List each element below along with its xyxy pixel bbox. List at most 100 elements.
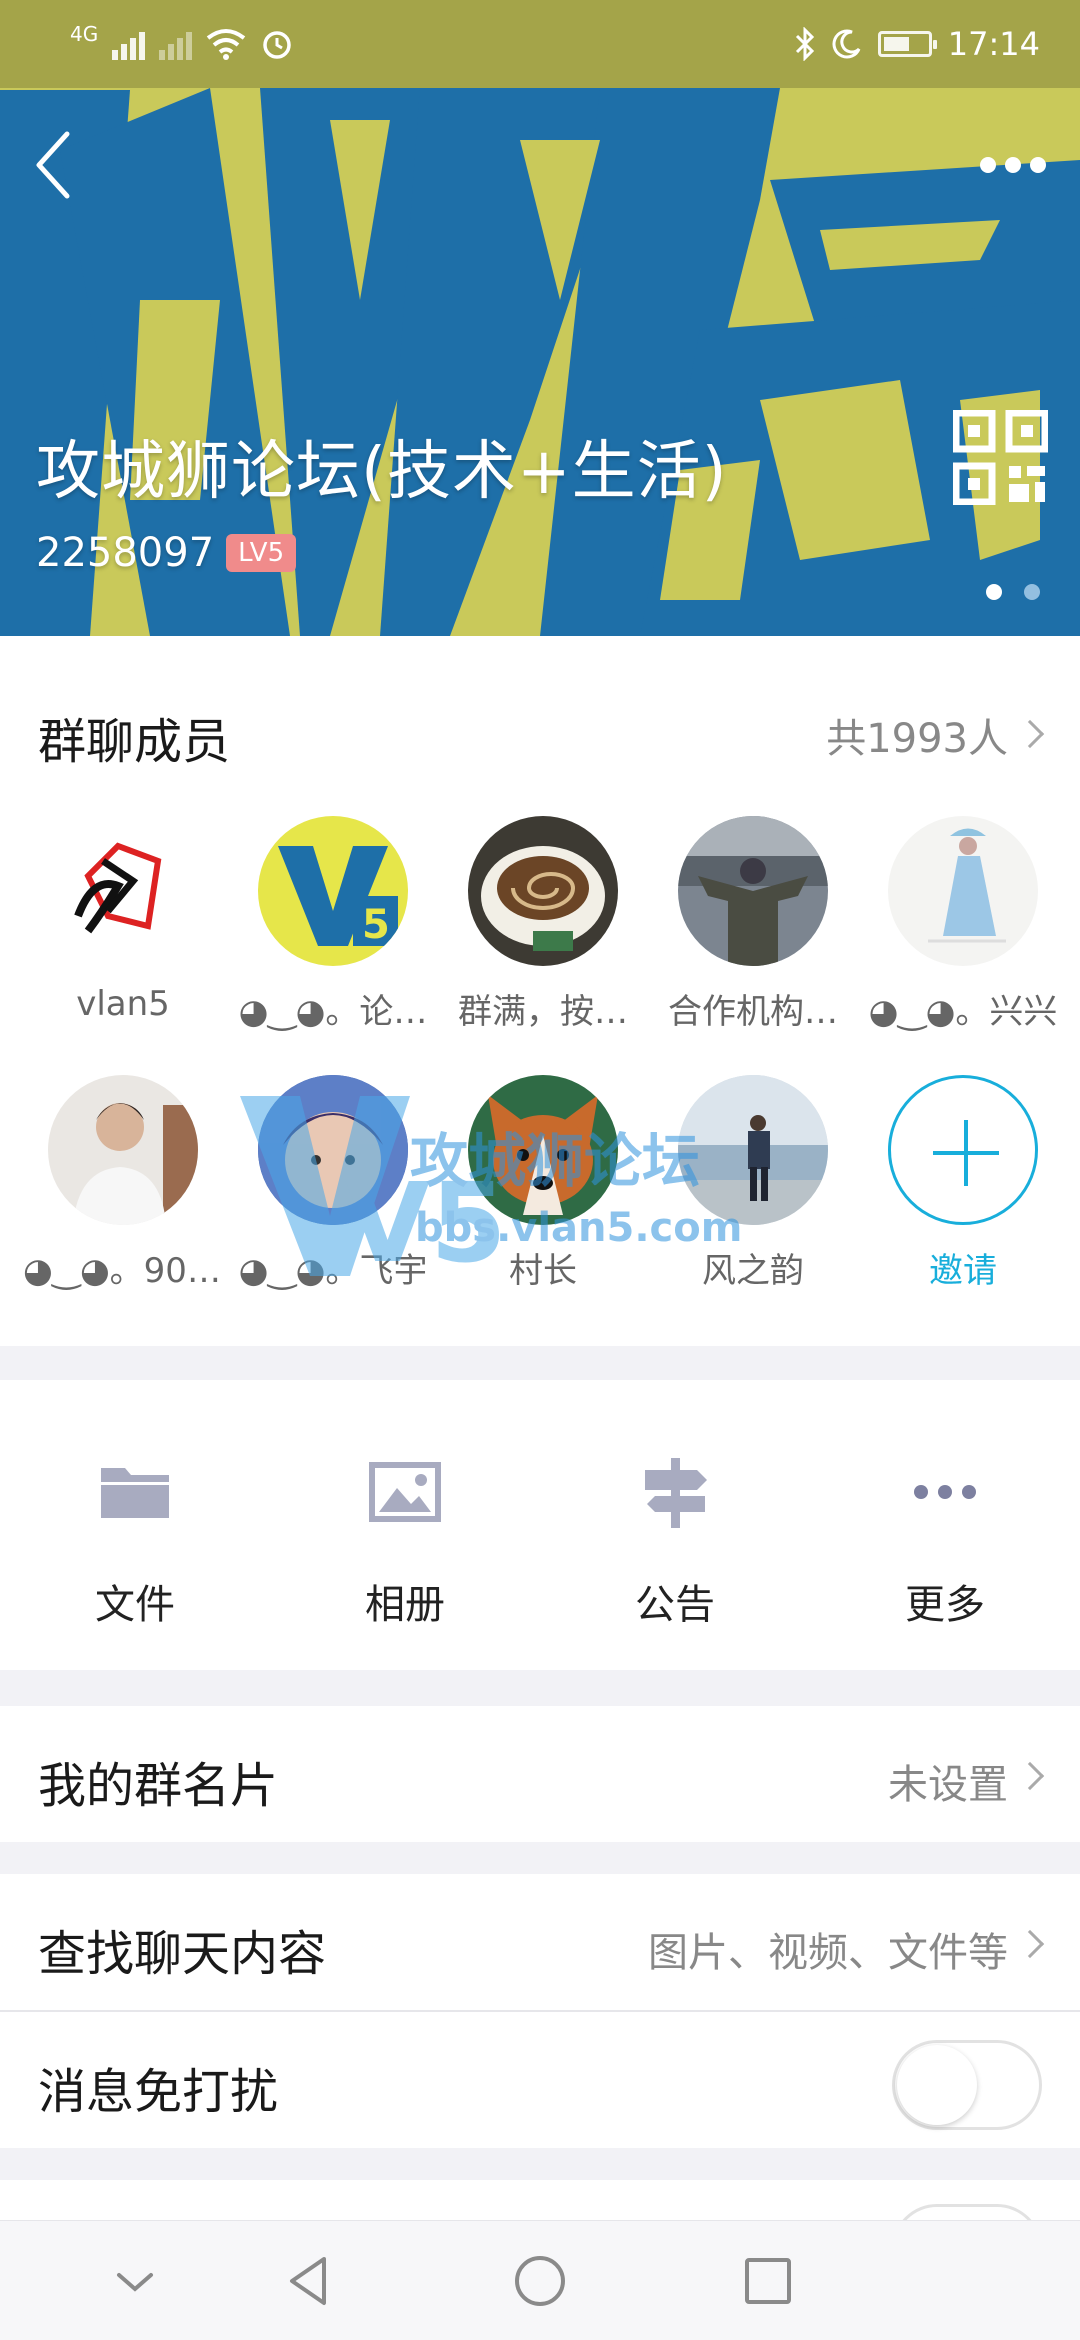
svg-text:5: 5	[362, 902, 390, 948]
avatar	[48, 816, 198, 966]
toggle-knob	[897, 2045, 977, 2125]
member-name: ◕‿◕。90r…	[23, 1251, 223, 1291]
child-face-icon	[258, 1075, 408, 1225]
more-actions-label: 更多	[905, 1582, 985, 1628]
dot-icon	[1030, 157, 1046, 173]
announcement-label: 公告	[635, 1582, 715, 1628]
alarm-icon	[263, 31, 291, 59]
member-item[interactable]: ◕‿◕。兴兴	[858, 816, 1068, 1033]
coffee-cup-icon	[481, 846, 605, 951]
search-chat-label: 查找聊天内容	[38, 1926, 327, 1982]
member-name: vlan5	[76, 984, 170, 1024]
member-name: ◕‿◕。飞宇	[238, 1251, 428, 1291]
page-dot-active	[986, 584, 1002, 600]
group-id: 2258097	[36, 530, 215, 576]
avatar	[888, 816, 1038, 966]
files-label: 文件	[95, 1582, 175, 1628]
avatar: 5	[258, 816, 408, 966]
home-circle-icon[interactable]	[510, 2251, 570, 2311]
system-navigation-bar	[0, 2220, 1080, 2340]
members-count-link[interactable]: 共1993人	[826, 706, 1008, 764]
more-actions-button[interactable]: 更多	[810, 1380, 1080, 1670]
signpost-icon	[645, 1458, 707, 1528]
mute-label: 消息免打扰	[38, 2064, 279, 2120]
back-triangle-icon[interactable]	[280, 2251, 340, 2311]
battery-icon	[877, 31, 937, 57]
qr-code-icon	[952, 409, 1049, 506]
network-type: 4G	[70, 22, 99, 46]
chevron-right-icon	[1015, 1929, 1045, 1959]
member-name: 风之韵	[702, 1251, 804, 1291]
my-group-card-value: 未设置	[888, 1762, 1008, 1808]
member-item[interactable]: 群满，按…	[438, 816, 648, 1033]
do-not-disturb-moon-icon	[832, 29, 861, 59]
clock: 17:14	[947, 25, 1040, 63]
status-bar: 4G 17:14	[0, 0, 1080, 88]
my-group-card-row[interactable]: 我的群名片 未设置	[0, 1706, 1080, 1842]
vlan5-logo-icon	[74, 842, 162, 934]
chevron-right-icon	[1015, 1761, 1045, 1791]
more-options-button[interactable]	[968, 135, 1058, 195]
mute-toggle[interactable]	[892, 2040, 1042, 2130]
group-members-section: 群聊成员 共1993人 vlan5 5 ◕‿◕。论… 群满，按… 合作机构… ◕…	[0, 636, 1080, 1346]
avatar	[468, 816, 618, 966]
member-item[interactable]: ◕‿◕。90r…	[18, 1075, 228, 1292]
qr-code-button[interactable]	[952, 409, 1049, 506]
girl-umbrella-icon	[928, 828, 1006, 943]
recents-square-icon[interactable]	[738, 2251, 798, 2311]
cellular-signal-2-icon	[159, 28, 193, 60]
group-id-row: 2258097 LV5	[36, 530, 297, 576]
back-button[interactable]	[18, 120, 88, 210]
page-dot	[1024, 584, 1040, 600]
group-banner: 4G 17:14 攻城狮论坛(技术+生活) 2258097 LV5	[0, 0, 1080, 636]
person-seaside-icon	[678, 1075, 828, 1225]
more-icon	[914, 1485, 976, 1499]
group-actions: 文件 相册 公告 更多	[0, 1380, 1080, 1670]
search-chat-row[interactable]: 查找聊天内容 图片、视频、文件等	[0, 1874, 1080, 2010]
bluetooth-icon	[795, 27, 814, 61]
announcement-button[interactable]: 公告	[540, 1380, 810, 1670]
mute-row: 消息免打扰	[0, 2012, 1080, 2148]
dog-cartoon-icon	[488, 1095, 598, 1215]
group-name: 攻城狮论坛(技术+生活)	[36, 435, 728, 509]
banner-page-indicator	[986, 584, 1040, 600]
member-item[interactable]: ◕‿◕。飞宇	[228, 1075, 438, 1292]
invite-button[interactable]: 邀请	[858, 1075, 1068, 1292]
folder-icon	[101, 1468, 169, 1518]
album-button[interactable]: 相册	[270, 1380, 540, 1670]
member-name: 群满，按…	[458, 992, 628, 1032]
dot-icon	[980, 157, 996, 173]
young-man-icon	[73, 1103, 198, 1225]
wifi-icon	[207, 29, 246, 60]
search-chat-hint: 图片、视频、文件等	[648, 1930, 1008, 1976]
toggle-partial	[892, 2204, 1042, 2220]
member-name: 合作机构…	[668, 992, 838, 1032]
chevron-right-icon	[1015, 719, 1045, 749]
level-badge: LV5	[226, 534, 297, 572]
member-name: ◕‿◕。论…	[238, 992, 428, 1032]
v5-logo-icon: 5	[278, 846, 398, 948]
plus-icon	[888, 1075, 1038, 1225]
avatar	[48, 1075, 198, 1225]
member-name: 村长	[509, 1251, 577, 1291]
member-item[interactable]: 5 ◕‿◕。论…	[228, 816, 438, 1033]
image-icon	[369, 1462, 441, 1522]
avatar	[258, 1075, 408, 1225]
next-setting-row	[0, 2180, 1080, 2220]
person-crowd-icon	[678, 816, 828, 966]
invite-label: 邀请	[929, 1251, 997, 1291]
member-name: ◕‿◕。兴兴	[868, 992, 1058, 1032]
avatar	[468, 1075, 618, 1225]
chevron-down-icon[interactable]	[105, 2251, 165, 2311]
dot-icon	[1005, 157, 1021, 173]
album-label: 相册	[365, 1582, 445, 1628]
chevron-left-icon	[36, 131, 70, 199]
avatar	[678, 1075, 828, 1225]
member-item[interactable]: vlan5	[18, 816, 228, 1033]
files-button[interactable]: 文件	[0, 1380, 270, 1670]
members-title: 群聊成员	[38, 714, 231, 770]
member-item[interactable]: 合作机构…	[648, 816, 858, 1033]
member-item[interactable]: 村长	[438, 1075, 648, 1292]
members-grid: vlan5 5 ◕‿◕。论… 群满，按… 合作机构… ◕‿◕。兴兴 ◕‿◕。90…	[18, 816, 1068, 1292]
member-item[interactable]: 风之韵	[648, 1075, 858, 1292]
